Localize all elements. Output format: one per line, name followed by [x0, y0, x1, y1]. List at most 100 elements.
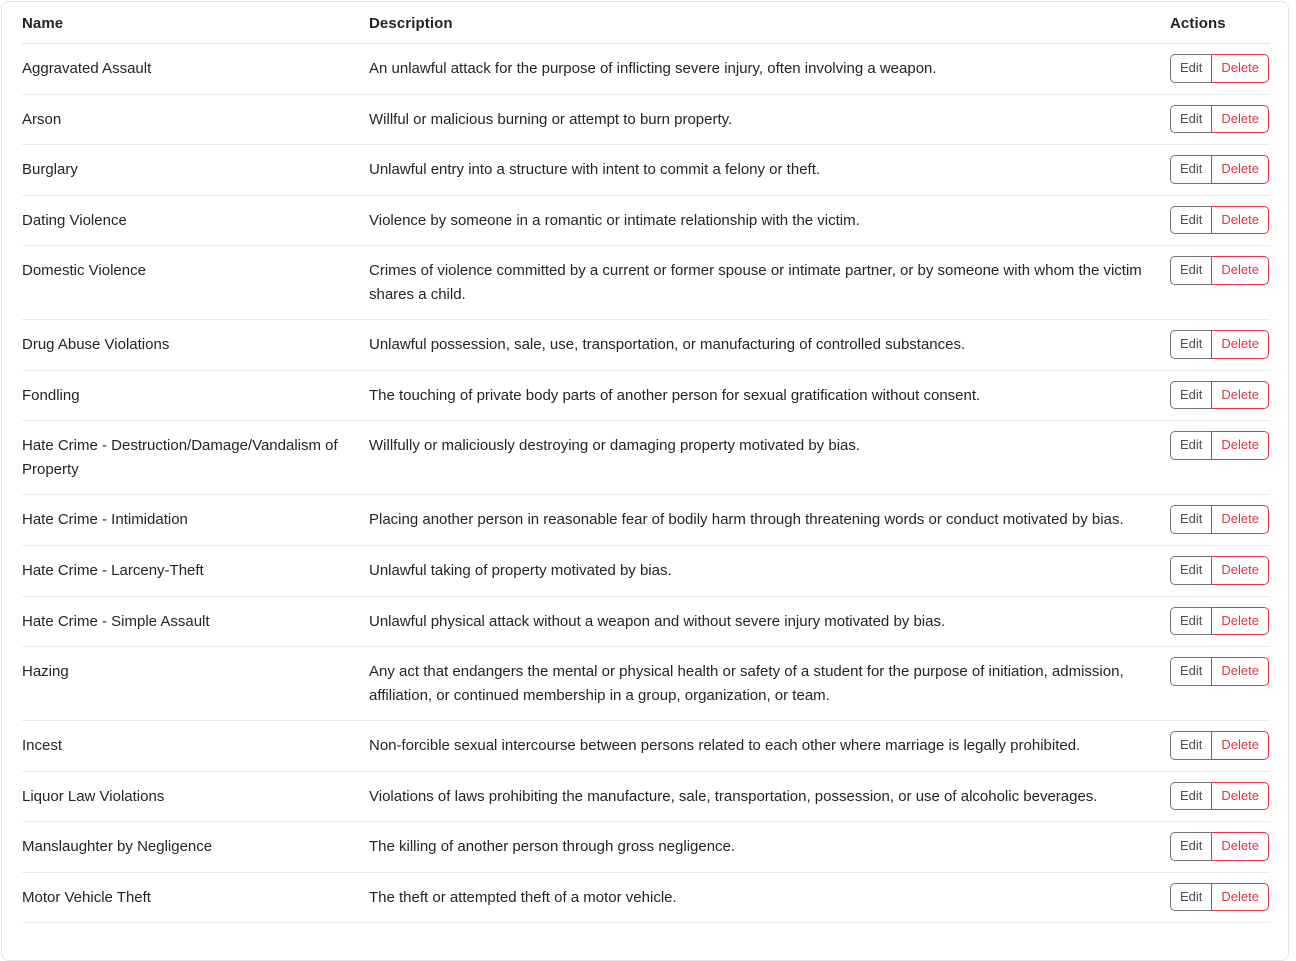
edit-button[interactable]: Edit	[1170, 657, 1212, 686]
row-action-group: Edit Delete	[1170, 505, 1269, 534]
cell-actions: Edit Delete	[1170, 245, 1270, 321]
table-row: Aggravated Assault An unlawful attack for…	[22, 43, 1270, 95]
cell-description: Crimes of violence committed by a curren…	[369, 245, 1170, 321]
row-action-group: Edit Delete	[1170, 731, 1269, 760]
delete-button[interactable]: Delete	[1211, 54, 1269, 83]
edit-button[interactable]: Edit	[1170, 380, 1212, 410]
cell-name: Motor Vehicle Theft	[22, 872, 369, 924]
edit-button[interactable]: Edit	[1170, 256, 1212, 285]
cell-name: Arson	[22, 94, 369, 146]
table-row: Domestic Violence Crimes of violence comm…	[22, 245, 1270, 321]
edit-button[interactable]: Edit	[1170, 205, 1212, 235]
cell-description: Violations of laws prohibiting the manuf…	[369, 771, 1170, 823]
edit-button[interactable]: Edit	[1170, 431, 1212, 460]
cell-description: An unlawful attack for the purpose of in…	[369, 43, 1170, 95]
delete-button[interactable]: Delete	[1211, 104, 1269, 134]
delete-button[interactable]: Delete	[1211, 256, 1269, 285]
delete-button[interactable]: Delete	[1211, 155, 1269, 184]
delete-button[interactable]: Delete	[1211, 781, 1269, 811]
row-action-group: Edit Delete	[1170, 330, 1269, 359]
table-row: Dating Violence Violence by someone in a …	[22, 195, 1270, 247]
cell-actions: Edit Delete	[1170, 720, 1270, 772]
table-row: Hate Crime - Destruction/Damage/Vandalis…	[22, 420, 1270, 496]
edit-button[interactable]: Edit	[1170, 882, 1212, 912]
table-row: Hazing Any act that endangers the mental …	[22, 646, 1270, 722]
edit-button[interactable]: Edit	[1170, 781, 1212, 811]
cell-name: Hazing	[22, 646, 369, 722]
cell-description: Any act that endangers the mental or phy…	[369, 646, 1170, 722]
delete-button[interactable]: Delete	[1211, 505, 1269, 534]
cell-actions: Edit Delete	[1170, 144, 1270, 196]
delete-button[interactable]: Delete	[1211, 606, 1269, 636]
table-row: Fondling The touching of private body par…	[22, 370, 1270, 422]
table-row: Drug Abuse Violations Unlawful possession…	[22, 319, 1270, 371]
row-action-group: Edit Delete	[1170, 832, 1269, 861]
table-row: Arson Willful or malicious burning or att…	[22, 94, 1270, 146]
cell-name: Manslaughter by Negligence	[22, 821, 369, 873]
column-header-description: Description	[369, 2, 1170, 44]
row-action-group: Edit Delete	[1170, 781, 1269, 811]
edit-button[interactable]: Edit	[1170, 832, 1212, 861]
row-action-group: Edit Delete	[1170, 205, 1269, 235]
cell-actions: Edit Delete	[1170, 872, 1270, 924]
delete-button[interactable]: Delete	[1211, 882, 1269, 912]
delete-button[interactable]: Delete	[1211, 556, 1269, 585]
cell-name: Dating Violence	[22, 195, 369, 247]
cell-description: The theft or attempted theft of a motor …	[369, 872, 1170, 924]
edit-button[interactable]: Edit	[1170, 330, 1212, 359]
table-row: Incest Non-forcible sexual intercourse be…	[22, 720, 1270, 772]
delete-button[interactable]: Delete	[1211, 431, 1269, 460]
delete-button[interactable]: Delete	[1211, 380, 1269, 410]
table-container: Name Description Actions Aggravated Assa…	[2, 2, 1288, 924]
delete-button[interactable]: Delete	[1211, 205, 1269, 235]
cell-actions: Edit Delete	[1170, 596, 1270, 648]
cell-actions: Edit Delete	[1170, 821, 1270, 873]
edit-button[interactable]: Edit	[1170, 505, 1212, 534]
cell-actions: Edit Delete	[1170, 420, 1270, 496]
edit-button[interactable]: Edit	[1170, 54, 1212, 83]
row-action-group: Edit Delete	[1170, 431, 1269, 460]
edit-button[interactable]: Edit	[1170, 556, 1212, 585]
cell-name: Hate Crime - Intimidation	[22, 494, 369, 547]
cell-actions: Edit Delete	[1170, 494, 1270, 547]
cell-description: Willfully or maliciously destroying or d…	[369, 420, 1170, 496]
table-row: Motor Vehicle Theft The theft or attempte…	[22, 872, 1270, 924]
edit-button[interactable]: Edit	[1170, 104, 1212, 134]
table-row: Burglary Unlawful entry into a structure …	[22, 144, 1270, 196]
cell-description: Unlawful entry into a structure with int…	[369, 144, 1170, 196]
cell-actions: Edit Delete	[1170, 319, 1270, 371]
table-row: Hate Crime - Larceny-Theft Unlawful takin…	[22, 545, 1270, 597]
cell-actions: Edit Delete	[1170, 370, 1270, 422]
table-header: Name Description Actions	[22, 2, 1270, 44]
edit-button[interactable]: Edit	[1170, 155, 1212, 184]
cell-actions: Edit Delete	[1170, 771, 1270, 823]
delete-button[interactable]: Delete	[1211, 731, 1269, 760]
crime-definitions-table: Name Description Actions Aggravated Assa…	[22, 2, 1270, 924]
table-row: Liquor Law Violations Violations of laws …	[22, 771, 1270, 823]
column-header-actions: Actions	[1170, 2, 1270, 44]
row-action-group: Edit Delete	[1170, 657, 1269, 686]
cell-description: Unlawful possession, sale, use, transpor…	[369, 319, 1170, 371]
column-header-name: Name	[22, 2, 369, 44]
cell-actions: Edit Delete	[1170, 646, 1270, 722]
crime-definitions-card: Name Description Actions Aggravated Assa…	[1, 1, 1289, 961]
row-action-group: Edit Delete	[1170, 556, 1269, 585]
table-row: Hate Crime - Simple Assault Unlawful phys…	[22, 596, 1270, 648]
delete-button[interactable]: Delete	[1211, 657, 1269, 686]
cell-name: Drug Abuse Violations	[22, 319, 369, 371]
cell-name: Hate Crime - Larceny-Theft	[22, 545, 369, 597]
cell-name: Hate Crime - Destruction/Damage/Vandalis…	[22, 420, 369, 496]
row-action-group: Edit Delete	[1170, 606, 1269, 636]
edit-button[interactable]: Edit	[1170, 731, 1212, 760]
edit-button[interactable]: Edit	[1170, 606, 1212, 636]
cell-actions: Edit Delete	[1170, 195, 1270, 247]
row-action-group: Edit Delete	[1170, 155, 1269, 184]
cell-description: Unlawful taking of property motivated by…	[369, 545, 1170, 597]
cell-name: Aggravated Assault	[22, 43, 369, 95]
delete-button[interactable]: Delete	[1211, 832, 1269, 861]
cell-name: Fondling	[22, 370, 369, 422]
table-row: Hate Crime - Intimidation Placing another…	[22, 494, 1270, 547]
delete-button[interactable]: Delete	[1211, 330, 1269, 359]
table-body: Aggravated Assault An unlawful attack for…	[22, 43, 1270, 924]
cell-description: Violence by someone in a romantic or int…	[369, 195, 1170, 247]
